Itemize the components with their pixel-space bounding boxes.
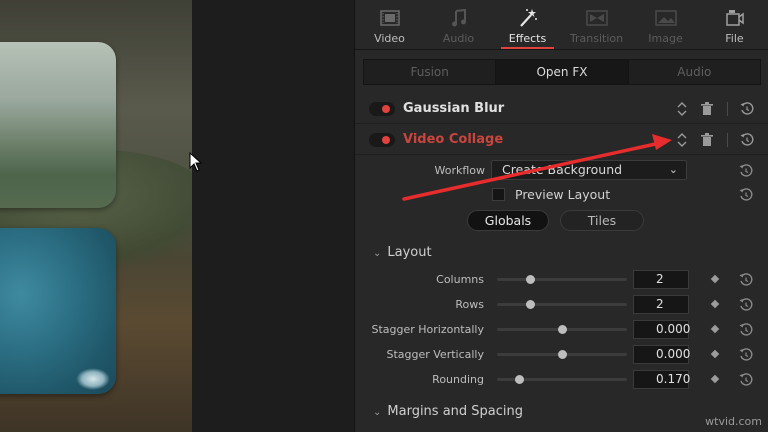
effect-name: Gaussian Blur (403, 101, 505, 116)
keyframe-icon[interactable] (710, 299, 720, 309)
reset-icon[interactable] (739, 163, 753, 177)
keyframe-icon[interactable] (710, 324, 720, 334)
tiles-pill[interactable]: Tiles (560, 210, 644, 231)
columns-slider[interactable] (497, 275, 627, 284)
image-icon (654, 8, 677, 28)
viewer-background (192, 0, 354, 432)
tab-image-label: Image (648, 32, 683, 45)
tab-video[interactable]: Video (355, 0, 424, 49)
param-label-stagger-horizontally: Stagger Horizontally (371, 323, 484, 336)
columns-value-field[interactable]: 2 (633, 270, 689, 289)
effect-name: Video Collage (403, 132, 504, 147)
chevron-down-icon: ⌄ (668, 163, 678, 176)
reorder-icon[interactable] (674, 101, 690, 117)
divider (727, 101, 728, 116)
subtab-audio[interactable]: Audio (629, 60, 760, 84)
reorder-icon[interactable] (674, 132, 690, 148)
stagger-horizontally-slider[interactable] (497, 325, 627, 334)
watermark: wtvid.com (705, 415, 762, 428)
reset-icon[interactable] (739, 101, 755, 117)
tab-file[interactable]: File (700, 0, 768, 49)
keyframe-icon[interactable] (710, 374, 720, 384)
stagger-vertically-value-field[interactable]: 0.000 (633, 345, 690, 364)
inspector-panel: Video Audio Effects Transition Image Fil… (354, 0, 768, 432)
reset-icon[interactable] (739, 347, 753, 361)
slider-knob[interactable] (558, 325, 567, 334)
subtab-fusion[interactable]: Fusion (364, 60, 497, 84)
tab-audio-label: Audio (442, 32, 475, 45)
collage-tile-top (0, 42, 116, 208)
reset-icon[interactable] (739, 187, 753, 201)
rows-slider[interactable] (497, 300, 627, 309)
reset-icon[interactable] (739, 372, 753, 386)
mouse-pointer-icon (189, 152, 203, 172)
tab-transition-label: Transition (569, 32, 624, 45)
workflow-dropdown[interactable]: Create Background ⌄ (491, 160, 687, 180)
collage-tile-bottom (0, 228, 116, 394)
slider-knob[interactable] (515, 375, 525, 384)
reset-icon[interactable] (739, 297, 753, 311)
slider-knob[interactable] (525, 275, 535, 284)
rows-value-field[interactable]: 2 (633, 295, 689, 314)
water-splash (76, 368, 110, 390)
layout-section-title: Layout (387, 245, 432, 260)
keyframe-icon[interactable] (710, 274, 720, 284)
film-icon (379, 8, 401, 28)
divider (727, 132, 728, 147)
param-label-columns: Columns (436, 273, 484, 286)
tab-effects[interactable]: Effects (493, 0, 562, 49)
chevron-down-icon: ⌄ (373, 407, 382, 418)
effect-row-video-collage[interactable]: Video Collage (355, 125, 768, 155)
slider-knob[interactable] (525, 300, 535, 309)
stagger-horizontally-value-field[interactable]: 0.000 (633, 320, 690, 339)
reset-icon[interactable] (739, 272, 753, 286)
tab-audio[interactable]: Audio (424, 0, 493, 49)
margins-section-title: Margins and Spacing (387, 404, 524, 419)
transition-icon (585, 8, 608, 28)
trash-icon[interactable] (699, 132, 715, 148)
app-window: Video Audio Effects Transition Image Fil… (0, 0, 768, 432)
effect-enable-toggle[interactable] (369, 132, 395, 147)
tab-video-label: Video (374, 32, 405, 45)
video-viewer[interactable] (0, 0, 192, 432)
workflow-value: Create Background (502, 162, 623, 177)
file-icon (724, 8, 746, 28)
globals-pill[interactable]: Globals (467, 210, 549, 231)
param-label-stagger-vertically: Stagger Vertically (386, 348, 484, 361)
tab-file-label: File (725, 32, 744, 45)
margins-section-header[interactable]: ⌄ Margins and Spacing (373, 404, 523, 419)
slider-knob[interactable] (558, 350, 567, 359)
rounding-value-field[interactable]: 0.170 (633, 370, 690, 389)
effect-row-gaussian-blur[interactable]: Gaussian Blur (355, 94, 768, 124)
layout-section-header[interactable]: ⌄ Layout (373, 245, 432, 260)
param-label-rows: Rows (455, 298, 484, 311)
chevron-down-icon: ⌄ (373, 248, 382, 259)
trash-icon[interactable] (699, 101, 715, 117)
tab-effects-label: Effects (508, 32, 547, 45)
magic-wand-icon (517, 8, 539, 28)
reset-icon[interactable] (739, 322, 753, 336)
keyframe-icon[interactable] (710, 349, 720, 359)
reset-icon[interactable] (739, 132, 755, 148)
effects-subtabs: Fusion Open FX Audio (363, 59, 761, 85)
param-label-rounding: Rounding (432, 373, 484, 386)
preview-layout-checkbox[interactable] (492, 188, 505, 201)
workflow-label: Workflow (434, 164, 485, 177)
music-note-icon (448, 8, 470, 28)
rounding-slider[interactable] (497, 375, 627, 384)
subtab-open-fx[interactable]: Open FX (496, 60, 629, 84)
tab-image[interactable]: Image (631, 0, 700, 49)
inspector-tabs: Video Audio Effects Transition Image Fil… (355, 0, 768, 50)
effect-enable-toggle[interactable] (369, 101, 395, 116)
preview-layout-label: Preview Layout (515, 187, 611, 202)
stagger-vertically-slider[interactable] (497, 350, 627, 359)
tab-transition[interactable]: Transition (562, 0, 631, 49)
